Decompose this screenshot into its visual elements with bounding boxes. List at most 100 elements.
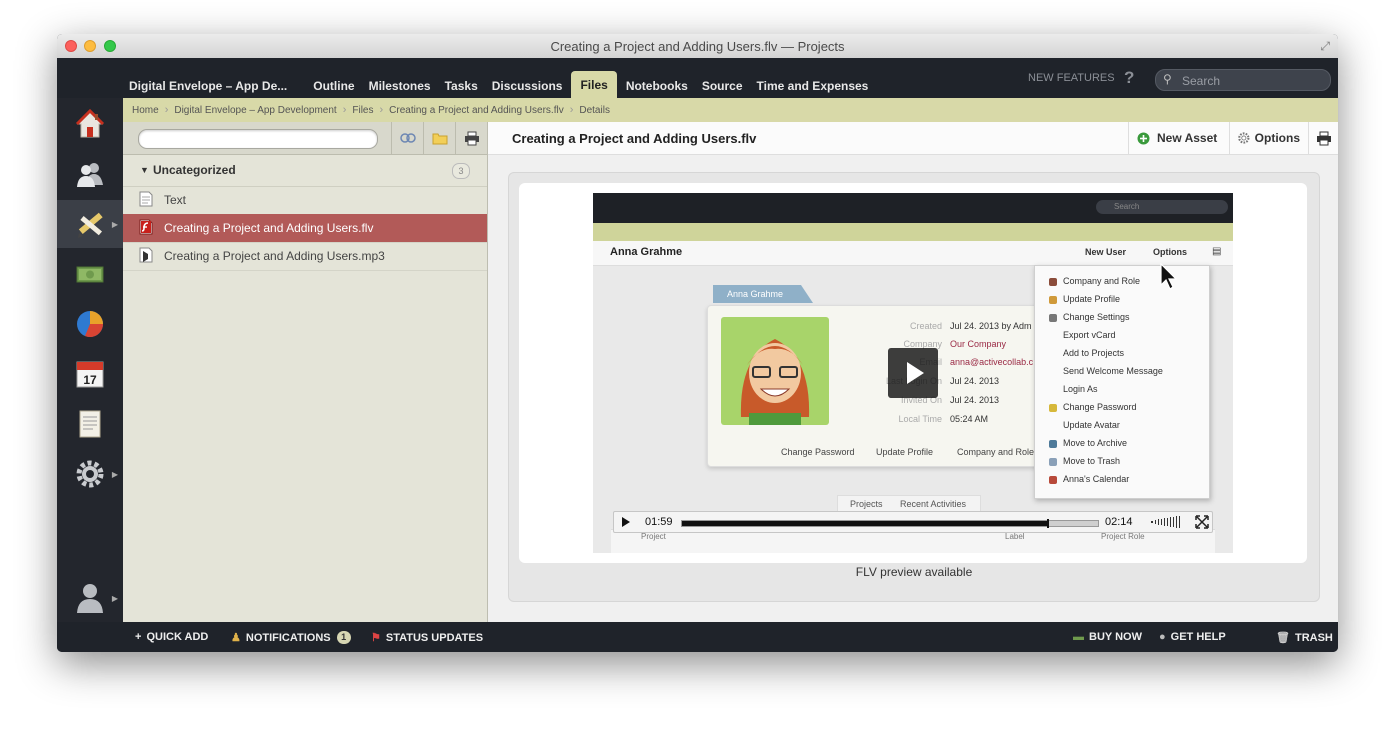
files-sidebar: ▼ Uncategorized 3 Text Creating a Projec… — [123, 122, 488, 622]
menu-item: Anna's Calendar — [1063, 474, 1130, 484]
menu-item: Add to Projects — [1063, 348, 1125, 358]
buy-now-button[interactable]: ▬ BUY NOW — [1073, 631, 1142, 643]
breadcrumb-details: Details — [579, 104, 610, 116]
money-icon: ▬ — [1073, 631, 1084, 643]
video-frame-user-name: Anna Grahme — [610, 246, 683, 258]
menu-item-icon — [1049, 476, 1057, 484]
nav-settings[interactable]: ▶ — [57, 450, 123, 498]
fullscreen-icon[interactable]: ⤢ — [1320, 39, 1330, 54]
detail-value: Our Company — [950, 339, 1007, 349]
get-help-button[interactable]: ● GET HELP — [1159, 631, 1226, 643]
audio-file-icon — [139, 247, 153, 263]
new-features-link[interactable]: NEW FEATURES — [1028, 72, 1115, 84]
video-frame-search: Search — [1096, 200, 1228, 214]
trash-button[interactable]: 🗑 TRASH — [1276, 631, 1333, 645]
breadcrumb-separator-icon: › — [342, 104, 347, 116]
user-profile-icon — [77, 584, 103, 613]
search-input[interactable] — [1180, 72, 1324, 90]
print-list-button[interactable] — [455, 122, 488, 154]
document-icon — [79, 410, 101, 438]
video-frame-card-tab: Anna Grahme — [713, 285, 813, 303]
category-name: Uncategorized — [153, 163, 236, 177]
menu-item: Send Welcome Message — [1063, 366, 1163, 376]
new-asset-button[interactable]: New Asset — [1128, 122, 1229, 154]
notifications-label: NOTIFICATIONS — [245, 631, 331, 644]
menu-item: Move to Trash — [1063, 456, 1121, 466]
breadcrumb-file[interactable]: Creating a Project and Adding Users.flv — [389, 105, 564, 116]
status-updates-label: STATUS UPDATES — [385, 631, 484, 644]
folder-button[interactable] — [423, 122, 456, 154]
calendar-date-text: 17 — [83, 373, 97, 387]
breadcrumb-home[interactable]: Home — [132, 105, 159, 116]
preview-caption: FLV preview available — [855, 565, 973, 579]
nav-projects[interactable]: ▶ — [57, 200, 123, 248]
file-list-item[interactable]: Creating a Project and Adding Users.mp3 — [123, 242, 487, 271]
view-toggle-button[interactable] — [391, 122, 424, 154]
category-group[interactable]: ▼ Uncategorized 3 — [123, 154, 487, 187]
bell-icon: ♟ — [231, 632, 241, 644]
notifications-button[interactable]: ♟ NOTIFICATIONS 1 — [231, 631, 351, 644]
mouse-cursor-icon — [1160, 263, 1178, 290]
print-button[interactable] — [1308, 122, 1338, 154]
collapse-triangle-icon[interactable]: ▼ — [140, 165, 149, 175]
breadcrumb-files[interactable]: Files — [352, 105, 373, 116]
nav-calendar[interactable]: 17 — [57, 350, 123, 398]
new-asset-label: New Asset — [1157, 131, 1218, 145]
detail-value: 05:24 AM — [950, 414, 989, 424]
nav-reports[interactable] — [57, 300, 123, 348]
menu-item-icon — [1049, 314, 1057, 322]
speech-bubble-icon: ● — [1159, 631, 1166, 643]
table-header: Label — [1005, 532, 1025, 541]
nav-home[interactable] — [57, 100, 123, 148]
play-overlay-button[interactable] — [888, 348, 938, 398]
volume-icon[interactable] — [1150, 516, 1184, 528]
nav-user-profile[interactable]: ▶ — [57, 574, 123, 622]
options-button[interactable]: Options — [1229, 122, 1308, 154]
play-button[interactable] — [622, 517, 630, 527]
file-name: Text — [164, 193, 187, 207]
nav-invoicing[interactable] — [57, 250, 123, 298]
home-icon — [75, 109, 105, 138]
people-icon — [77, 163, 103, 187]
nav-people[interactable] — [57, 150, 123, 198]
window-title: Creating a Project and Adding Users.flv … — [550, 39, 845, 54]
fullscreen-toggle-icon[interactable] — [1194, 514, 1210, 530]
card-link: Change Password — [781, 447, 855, 457]
card-link: Update Profile — [876, 447, 934, 457]
quick-add-label: QUICK ADD — [146, 631, 209, 643]
submenu-arrow-icon: ▶ — [111, 593, 118, 603]
left-navigation: ▶ 17 ▶ ▶ — [57, 98, 123, 622]
video-frame-topbar: Search — [593, 193, 1233, 223]
seek-bar[interactable] — [681, 519, 1099, 528]
nav-documents[interactable] — [57, 400, 123, 448]
help-icon[interactable]: ? — [1124, 68, 1134, 88]
status-updates-button[interactable]: ⚑ STATUS UPDATES — [371, 631, 484, 645]
quick-add-button[interactable]: + QUICK ADD — [135, 631, 208, 643]
get-help-label: GET HELP — [1170, 631, 1226, 643]
detail-value: Jul 24. 2013 — [950, 376, 1000, 386]
table-header: Project — [641, 532, 666, 541]
file-list-item[interactable]: Text — [123, 186, 487, 215]
detail-label: Created — [909, 321, 942, 331]
title-bar: Creating a Project and Adding Users.flv … — [57, 34, 1338, 59]
seek-handle[interactable] — [1047, 519, 1050, 528]
sidebar-filter-input[interactable] — [138, 129, 378, 149]
notifications-count-badge: 1 — [336, 631, 351, 644]
menu-item-icon — [1049, 296, 1057, 304]
menu-item-icon — [1049, 404, 1057, 412]
subtab-projects: Projects — [850, 499, 883, 509]
menu-item-icon — [1049, 440, 1057, 448]
global-search: ⚲ — [1155, 69, 1331, 91]
tab-files[interactable]: Files — [571, 71, 617, 101]
pencil-ruler-icon — [78, 212, 103, 238]
trash-label: TRASH — [1294, 631, 1333, 644]
video-player[interactable]: Search Anna Grahme New User Options ▤ An… — [593, 193, 1233, 553]
submenu-arrow-icon: ▶ — [111, 469, 118, 479]
current-time: 01:59 — [645, 516, 673, 528]
file-list-item-selected[interactable]: Creating a Project and Adding Users.flv — [123, 214, 487, 243]
menu-item: Export vCard — [1063, 330, 1116, 340]
settings-gear-icon — [76, 460, 104, 488]
text-file-icon — [139, 191, 153, 207]
breadcrumb-project[interactable]: Digital Envelope – App Development — [174, 105, 336, 116]
detail-value: Jul 24. 2013 — [950, 395, 1000, 405]
